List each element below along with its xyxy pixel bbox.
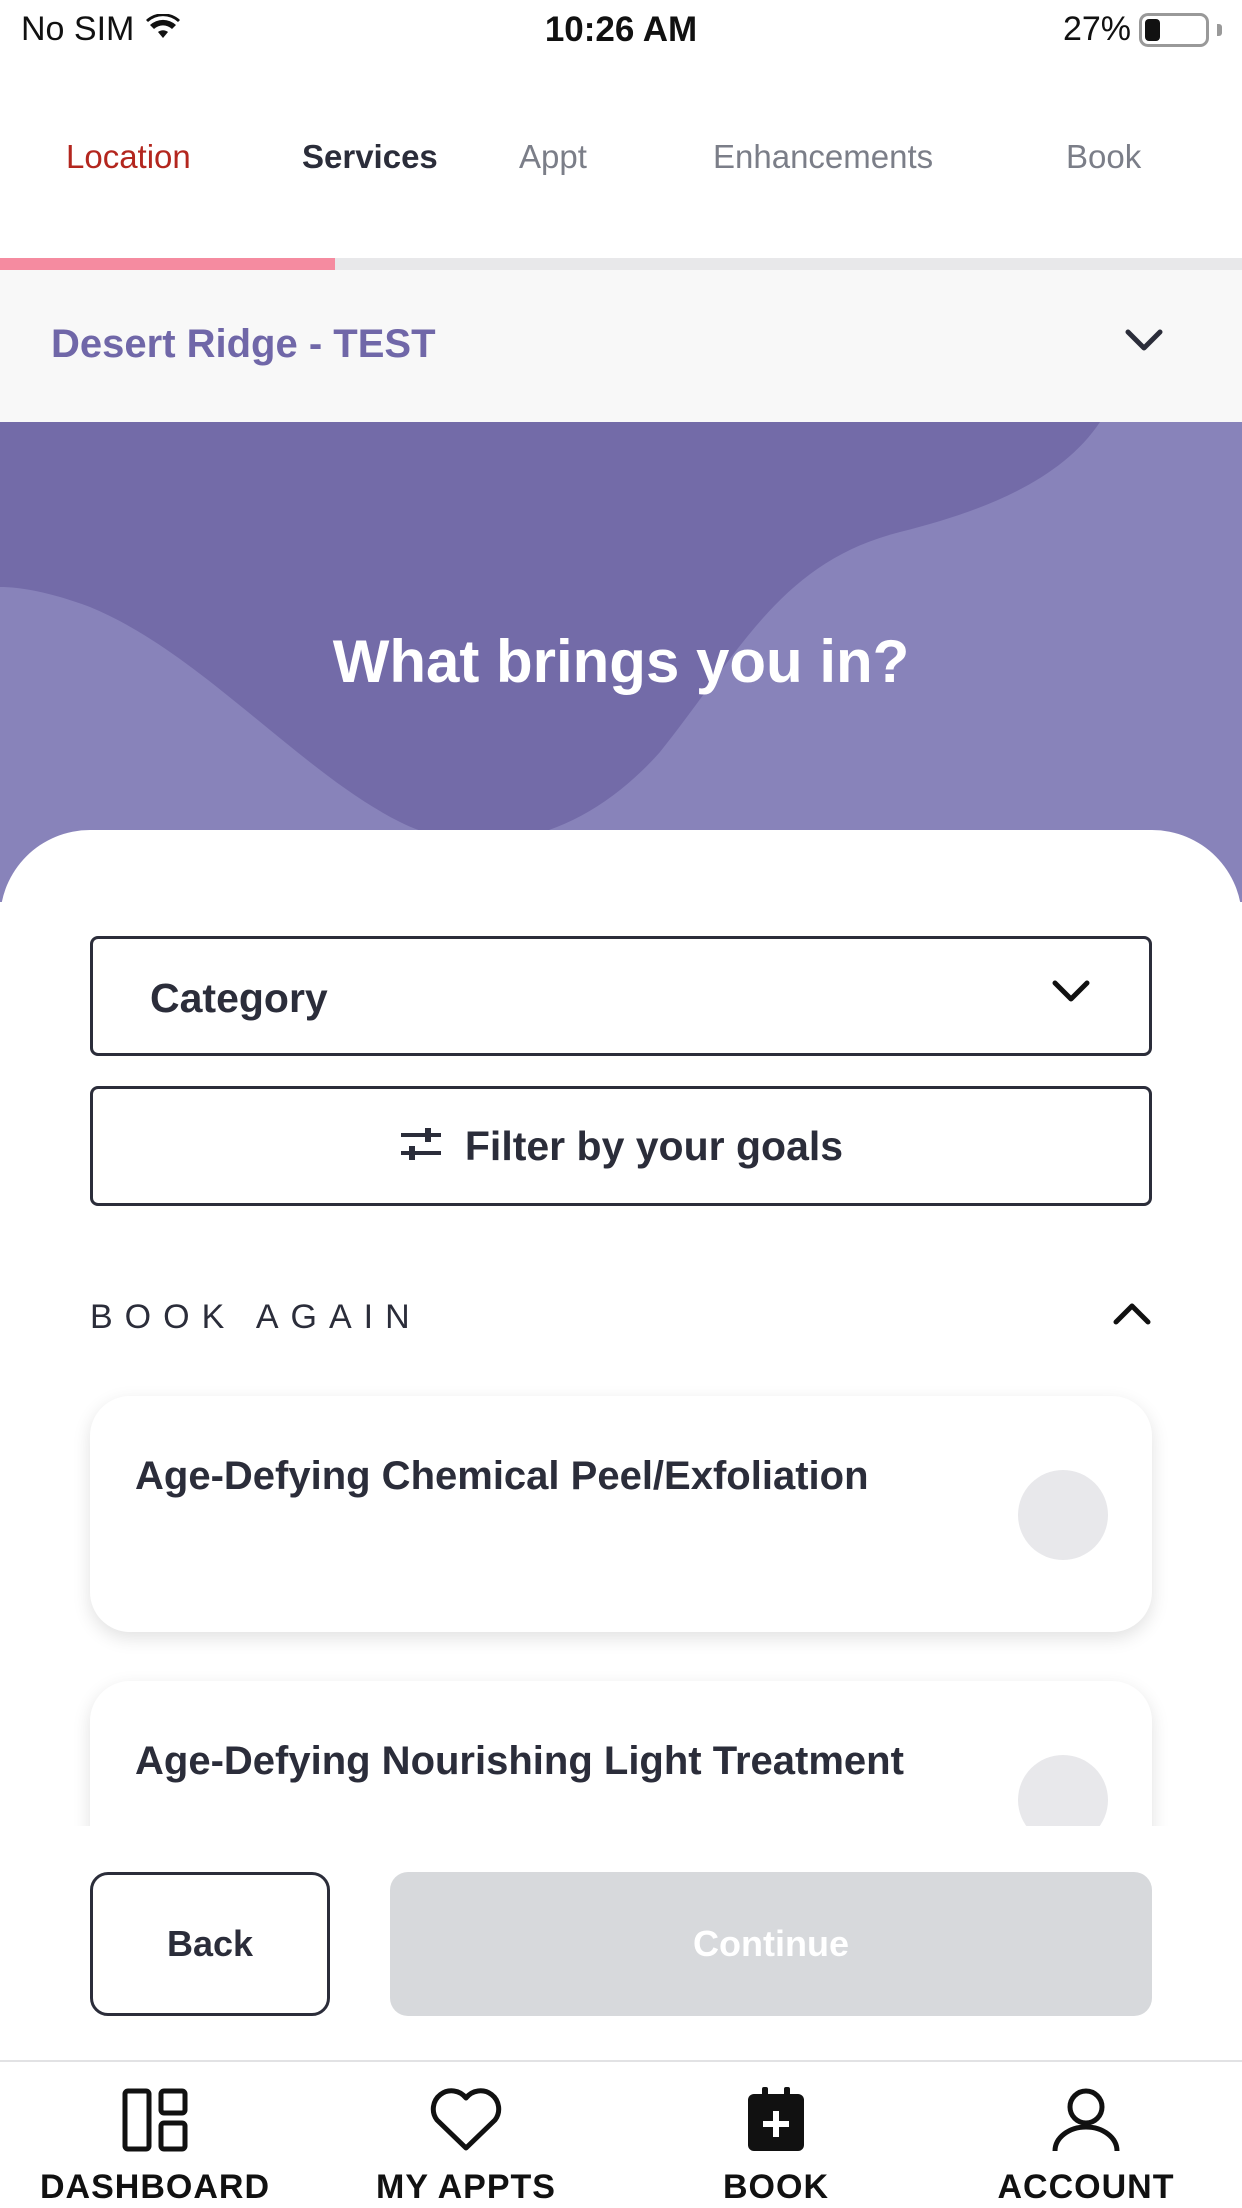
progress-fill [0,258,336,270]
category-label: Category [150,975,328,1021]
tab-label: MY APPTS [376,2168,556,2206]
content-sheet [0,830,1242,950]
tab-book[interactable]: BOOK [626,2080,926,2208]
service-card[interactable]: Age-Defying Chemical Peel/Exfoliation [90,1396,1152,1632]
location-name: Desert Ridge - TEST [51,322,436,366]
service-name: Age-Defying Chemical Peel/Exfoliation [135,1454,869,1498]
service-select-radio[interactable] [1018,1470,1108,1560]
filter-goals-button[interactable]: Filter by your goals [90,1086,1152,1206]
tab-dashboard[interactable]: DASHBOARD [5,2080,305,2208]
clock: 10:26 AM [544,10,698,49]
tab-label: DASHBOARD [40,2168,270,2206]
battery-icon [1139,12,1209,47]
status-bar: No SIM 10:26 AM 27% [0,0,1242,62]
back-button[interactable]: Back [90,1872,330,2016]
heart-icon [429,2080,503,2160]
book-again-heading: BOOK AGAIN [90,1298,422,1336]
chevron-down-icon [1051,979,1091,1010]
continue-button[interactable]: Continue [390,1872,1152,2016]
battery-percent: 27% [1062,10,1131,48]
step-location[interactable]: Location [66,138,191,176]
booking-steps: Location Services Appt Enhancements Book [0,62,1242,258]
progress-bar [0,258,1242,270]
chevron-down-icon [1124,328,1164,359]
battery-nub [1217,23,1222,36]
hero-title: What brings you in? [332,628,910,695]
service-name: Age-Defying Nourishing Light Treatment [135,1739,904,1783]
tab-label: ACCOUNT [997,2168,1175,2206]
step-services[interactable]: Services [302,138,438,176]
step-enhancements[interactable]: Enhancements [713,138,933,176]
bottom-tab-bar: DASHBOARD MY APPTS BOOK ACCOUNT [0,2062,1242,2208]
step-book[interactable]: Book [1066,138,1141,176]
location-selector[interactable]: Desert Ridge - TEST [0,270,1242,422]
status-right: 27% [1063,10,1222,49]
tab-account[interactable]: ACCOUNT [936,2080,1236,2208]
tab-my-appts[interactable]: MY APPTS [316,2080,616,2208]
action-bar: Back Continue [0,1826,1242,2062]
calendar-plus-icon [746,2080,806,2160]
person-icon [1051,2080,1121,2160]
filter-goals-label: Filter by your goals [464,1122,844,1169]
chevron-up-icon[interactable] [1112,1300,1152,1331]
dashboard-icon [122,2080,188,2160]
tab-label: BOOK [723,2168,829,2206]
step-appt[interactable]: Appt [519,138,587,176]
sliders-icon [399,1126,443,1167]
category-select[interactable]: Category [90,936,1152,1056]
